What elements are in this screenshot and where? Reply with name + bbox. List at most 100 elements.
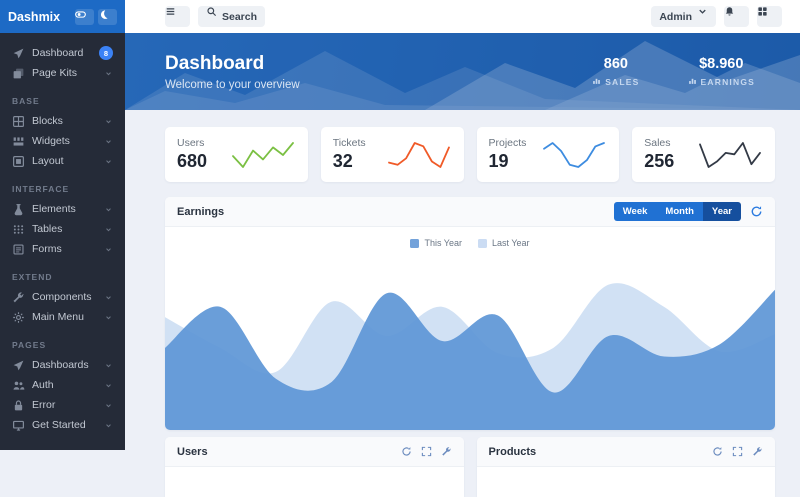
form-icon	[12, 243, 25, 256]
search-button[interactable]: Search	[198, 6, 265, 27]
sidebar-nav: Dashboard8 Page Kits BASE Blocks Widgets Layo…	[0, 33, 125, 435]
refresh-icon[interactable]	[712, 446, 723, 457]
sidebar-item-label: Dashboard	[32, 47, 83, 59]
hamburger-icon	[165, 6, 190, 27]
sidebar-item-main-menu[interactable]: Main Menu	[0, 307, 125, 327]
apps-grid-icon	[757, 6, 782, 27]
legend-item-this-year[interactable]: This Year	[410, 238, 462, 248]
range-button-month[interactable]: Month	[656, 202, 703, 221]
sidebar-item-tables[interactable]: Tables	[0, 219, 125, 239]
hero-stat-value: 860	[592, 56, 639, 72]
wrench-icon	[12, 291, 25, 304]
sidebar-item-layout[interactable]: Layout	[0, 151, 125, 171]
stat-card-value: 256	[644, 151, 674, 172]
sidebar-item-blocks[interactable]: Blocks	[0, 111, 125, 131]
sidebar-item-label: Widgets	[32, 135, 70, 147]
sidebar-item-widgets[interactable]: Widgets	[0, 131, 125, 151]
sidebar-item-label: Page Kits	[32, 67, 77, 79]
sidebar-item-label: Dashboards	[32, 359, 89, 371]
refresh-icon[interactable]	[401, 446, 412, 457]
caret-down-icon	[697, 6, 708, 27]
expand-icon[interactable]	[732, 446, 743, 457]
stat-card-label: Sales	[644, 137, 674, 149]
chevron-down-icon	[104, 117, 113, 126]
sidebar-item-label: Blocks	[32, 115, 63, 127]
section-label-base: BASE	[12, 96, 113, 106]
bottom-card-header: Users	[165, 437, 464, 467]
range-button-week[interactable]: Week	[614, 202, 657, 221]
bottom-card-users: Users	[165, 437, 464, 497]
admin-menu-button[interactable]: Admin	[651, 6, 716, 27]
section-label-pages: PAGES	[12, 340, 113, 350]
bar-chart-icon	[592, 76, 601, 87]
chevron-down-icon	[104, 313, 113, 322]
chevron-down-icon	[104, 245, 113, 254]
bottom-card-title: Users	[177, 446, 208, 458]
sidebar-item-dashboard[interactable]: Dashboard8	[0, 43, 125, 63]
sidebar-item-get-started[interactable]: Get Started	[0, 415, 125, 435]
earnings-chart	[165, 250, 775, 430]
sales-sparkline-chart	[697, 140, 763, 170]
notifications-button[interactable]	[724, 6, 749, 27]
wrench-icon[interactable]	[752, 446, 763, 457]
chevron-down-icon	[104, 381, 113, 390]
dark-mode-button[interactable]	[98, 9, 117, 25]
sidebar-item-forms[interactable]: Forms	[0, 239, 125, 259]
monitor-icon	[12, 419, 25, 432]
chevron-down-icon	[104, 293, 113, 302]
stat-card-text: Users 680	[177, 137, 207, 172]
expand-icon[interactable]	[421, 446, 432, 457]
lock-icon	[12, 399, 25, 412]
sidebar-item-label: Forms	[32, 243, 62, 255]
sidebar-toggle-button[interactable]	[165, 6, 190, 27]
page-title: Dashboard	[165, 53, 300, 75]
sidebar-item-error[interactable]: Error	[0, 395, 125, 415]
layers-icon	[12, 67, 25, 80]
range-button-year[interactable]: Year	[703, 202, 741, 221]
stat-card-label: Users	[177, 137, 207, 149]
stat-card-value: 680	[177, 151, 207, 172]
chevron-down-icon	[104, 421, 113, 430]
stat-card-tickets: Tickets32	[321, 127, 464, 182]
legend-swatch	[478, 239, 487, 248]
stat-card-users: Users 680	[165, 127, 308, 182]
hero-stats: 860SALES$8.960EARNINGS	[592, 56, 755, 87]
sidebar-item-components[interactable]: Components	[0, 287, 125, 307]
theme-toggle-button[interactable]	[75, 9, 94, 25]
sidebar-item-auth[interactable]: Auth	[0, 375, 125, 395]
hero-banner: Dashboard Welcome to your overview 860 SA…	[125, 33, 800, 110]
brand-logo[interactable]: Dashmix	[8, 10, 71, 24]
hero-stat-label: SALES	[605, 77, 639, 87]
projects-sparkline-chart	[541, 140, 607, 170]
bottom-card-products: Products	[477, 437, 776, 497]
blocks-grid-icon	[12, 115, 25, 128]
chevron-down-icon	[104, 361, 113, 370]
range-button-group: WeekMonthYear	[614, 202, 741, 221]
sidebar-item-dashboards[interactable]: Dashboards	[0, 355, 125, 375]
sidebar-item-elements[interactable]: Elements	[0, 199, 125, 219]
sidebar: Dashmix Dashboard8 Page Kits BASE Blocks Wid…	[0, 0, 125, 450]
bottom-card-actions	[712, 446, 763, 457]
bottom-card-header: Products	[477, 437, 776, 467]
chart-legend: This Year Last Year	[165, 227, 775, 250]
stat-card-label: Projects	[489, 137, 527, 149]
table-cells-icon	[12, 223, 25, 236]
sidebar-item-page-kits[interactable]: Page Kits	[0, 63, 125, 83]
wrench-icon[interactable]	[441, 446, 452, 457]
toggle-icon	[75, 9, 94, 25]
bell-icon	[724, 6, 749, 27]
sidebar-item-label: Error	[32, 399, 55, 411]
refresh-button[interactable]	[750, 205, 763, 218]
hero-stat-label: EARNINGS	[701, 77, 755, 87]
sidebar-item-label: Auth	[32, 379, 54, 391]
earnings-card-header: Earnings WeekMonthYear	[165, 197, 775, 227]
section-label-interface: INTERFACE	[12, 184, 113, 194]
sidebar-item-label: Components	[32, 291, 92, 303]
apps-button[interactable]	[757, 6, 782, 27]
hero-stat-sales: 860 SALES	[592, 56, 639, 87]
legend-item-last-year[interactable]: Last Year	[478, 238, 530, 248]
tickets-sparkline-chart	[386, 140, 452, 170]
stat-card-text: Tickets32	[333, 137, 366, 172]
layout-icon	[12, 155, 25, 168]
hero-text: Dashboard Welcome to your overview	[165, 53, 300, 91]
